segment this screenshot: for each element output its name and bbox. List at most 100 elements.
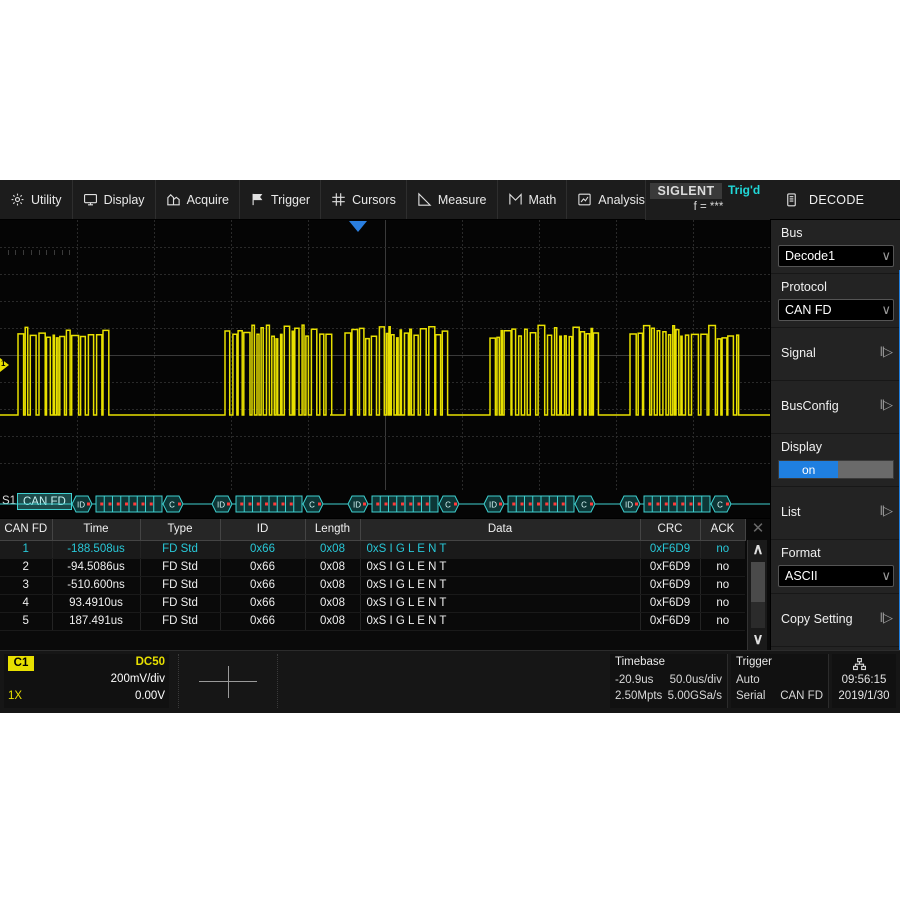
toggle-off-area[interactable] [838, 461, 893, 478]
panel-row-list[interactable]: List ‖▷ [771, 487, 900, 540]
panel-label-display: Display [781, 440, 822, 454]
col-header-ack[interactable]: ACK [700, 519, 746, 541]
cell-time: -94.5086us [52, 558, 141, 577]
timebase-samplerate: 5.00GSa/s [667, 690, 722, 702]
trigger-title: Trigger [736, 656, 772, 668]
panel-row-busconfig[interactable]: BusConfig ‖▷ [771, 381, 900, 434]
menu-item-math[interactable]: Math [498, 180, 568, 219]
submenu-arrow-icon[interactable]: ‖▷ [880, 610, 893, 626]
table-row[interactable]: 5 187.491us FD Std 0x66 0x08 0xS I G L E N T0… [0, 612, 745, 631]
decode-panel-header: DECODE [770, 180, 900, 220]
chevron-down-icon[interactable]: ∨ [881, 568, 890, 584]
panel-label-busconfig: BusConfig [781, 399, 839, 413]
col-header-id[interactable]: ID [220, 519, 306, 541]
panel-row-display[interactable]: Display on [771, 434, 900, 487]
decode-bus-row[interactable]: S1 CAN FD ID C ID C ID C ID C ID C [0, 490, 770, 518]
table-header-row: CAN FD Time Type ID Length Data CRC ACK [0, 519, 746, 541]
cell-id: 0x66 [220, 576, 306, 595]
svg-text:ID: ID [353, 501, 361, 510]
decode-side-panel: Bus Decode1 ∨ Protocol CAN FD ∨ Signal ‖▷ BusCon… [770, 220, 900, 650]
siglent-logo: SIGLENT [650, 183, 722, 199]
decode-list-table[interactable]: CAN FD Time Type ID Length Data CRC ACK … [0, 518, 770, 650]
combo-bus[interactable]: Decode1 ∨ [778, 245, 894, 267]
panel-row-signal[interactable]: Signal ‖▷ [771, 328, 900, 381]
panel-row-protocol[interactable]: Protocol CAN FD ∨ [771, 274, 900, 328]
panel-row-copy-setting[interactable]: Copy Setting ‖▷ [771, 594, 900, 647]
channel1-info-box[interactable]: C1 DC50 200mV/div 1X 0.00V [4, 654, 169, 708]
svg-text:C: C [581, 501, 587, 510]
channel1-scale: 200mV/div [110, 673, 165, 685]
cell-ack: no [700, 576, 745, 595]
menu-item-utility[interactable]: Utility [0, 180, 73, 219]
decode-table: CAN FD Time Type ID Length Data CRC ACK … [0, 519, 746, 631]
scrollbar-thumb[interactable] [751, 562, 765, 602]
menu-item-label: Math [528, 192, 557, 207]
combo-value-bus: Decode1 [785, 249, 836, 263]
panel-row-format[interactable]: Format ASCII ∨ [771, 540, 900, 594]
cell-time: -188.508us [52, 540, 141, 559]
menu-item-cursors[interactable]: Cursors [321, 180, 407, 219]
cell-type: FD Std [140, 540, 221, 559]
table-row[interactable]: 2 -94.5086us FD Std 0x66 0x08 0xS I G L E N T… [0, 558, 745, 577]
table-row[interactable]: 4 93.4910us FD Std 0x66 0x08 0xS I G L E N T0… [0, 594, 745, 613]
cell-index: 4 [0, 594, 53, 613]
decode-panel-title: DECODE [809, 192, 865, 207]
table-row[interactable]: 1 -188.508us FD Std 0x66 0x08 0xS I G L E N T… [0, 540, 745, 559]
submenu-arrow-icon[interactable]: ‖▷ [880, 397, 893, 413]
menu-item-analysis[interactable]: Analysis [567, 180, 656, 219]
submenu-arrow-icon[interactable]: ‖▷ [880, 503, 893, 519]
col-header-canfd[interactable]: CAN FD [0, 519, 53, 541]
table-row[interactable]: 3 -510.600ns FD Std 0x66 0x08 0xS I G L E N T… [0, 576, 745, 595]
cell-ack: no [700, 612, 745, 631]
menu-item-acquire[interactable]: Acquire [156, 180, 240, 219]
channel1-waveform [0, 324, 770, 416]
svg-text:ID: ID [217, 501, 225, 510]
cell-time: 187.491us [52, 612, 141, 631]
scrollbar-track[interactable] [751, 562, 765, 628]
scroll-down-icon[interactable]: ∨ [748, 630, 768, 650]
cell-length: 0x08 [305, 612, 361, 631]
channel1-coupling: DC50 [135, 656, 165, 668]
chevron-down-icon[interactable]: ∨ [881, 302, 890, 318]
close-icon[interactable]: ✕ [749, 521, 767, 538]
menu-item-measure[interactable]: Measure [407, 180, 498, 219]
col-header-crc[interactable]: CRC [640, 519, 701, 541]
display-toggle[interactable]: on [778, 460, 894, 479]
timebase-info-box[interactable]: Timebase -20.9us 50.0us/div 2.50Mpts 5.0… [610, 654, 728, 708]
svg-text:C: C [445, 501, 451, 510]
svg-text:C: C [309, 501, 315, 510]
cell-index: 5 [0, 612, 53, 631]
cell-time: 93.4910us [52, 594, 141, 613]
col-header-time[interactable]: Time [52, 519, 141, 541]
cell-id: 0x66 [220, 594, 306, 613]
trigger-mode: Auto [736, 674, 760, 686]
col-header-type[interactable]: Type [140, 519, 221, 541]
decode-list-scrollbar[interactable]: ∧ ∨ [747, 540, 767, 650]
scroll-up-icon[interactable]: ∧ [748, 540, 768, 560]
menu-item-trigger[interactable]: Trigger [240, 180, 322, 219]
channel1-probe: 1X [8, 690, 23, 702]
submenu-arrow-icon[interactable]: ‖▷ [880, 344, 893, 360]
menu-item-label: Trigger [270, 192, 311, 207]
col-header-data[interactable]: Data [360, 519, 641, 541]
waveform-grid[interactable]: 1 [0, 220, 770, 490]
network-icon[interactable] [852, 657, 867, 672]
cell-type: FD Std [140, 594, 221, 613]
menu-item-label: Analysis [598, 192, 645, 207]
combo-format[interactable]: ASCII ∨ [778, 565, 894, 587]
col-header-length[interactable]: Length [305, 519, 361, 541]
menu-item-label: Utility [31, 192, 62, 207]
cell-crc: 0xF6D9 [640, 558, 701, 577]
toggle-on-label[interactable]: on [779, 461, 839, 478]
brand-status-box: SIGLENT Trig'd f = *** [645, 180, 770, 220]
channel1-badge[interactable]: C1 [8, 656, 34, 671]
cell-data: 0xS I G L E N T [360, 558, 641, 577]
trigger-info-box[interactable]: Trigger Auto Serial CAN FD [731, 654, 829, 708]
cell-index: 1 [0, 540, 53, 559]
math-icon [508, 193, 522, 205]
timebase-memory: 2.50Mpts [615, 690, 663, 702]
menu-item-display[interactable]: Display [73, 180, 156, 219]
combo-protocol[interactable]: CAN FD ∨ [778, 299, 894, 321]
panel-row-bus[interactable]: Bus Decode1 ∨ [771, 220, 900, 274]
chevron-down-icon[interactable]: ∨ [881, 248, 890, 264]
